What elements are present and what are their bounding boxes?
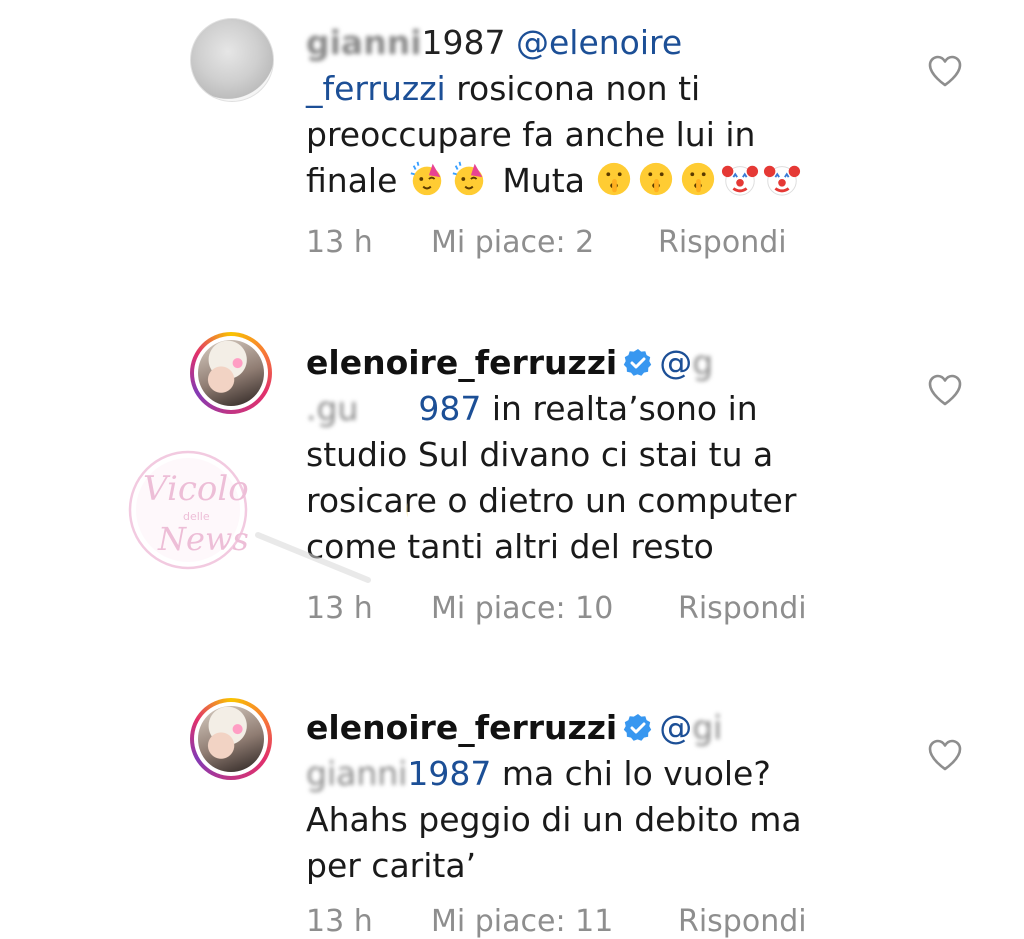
avatar[interactable] bbox=[190, 18, 274, 102]
comment-body: preoccupare fa anche lui in bbox=[306, 115, 756, 154]
comment-time: 13 h bbox=[306, 225, 373, 260]
comment-username[interactable]: elenoire_ferruzzi bbox=[306, 343, 617, 382]
comment-body: come tanti altri del resto bbox=[306, 527, 714, 566]
watermark-text-3: News bbox=[157, 520, 249, 558]
comment-username-tail[interactable]: 1987 bbox=[422, 23, 506, 62]
shushing-face-emoji bbox=[640, 162, 673, 196]
like-heart-icon[interactable] bbox=[927, 374, 963, 406]
mention-link-tail[interactable]: 987 bbox=[418, 389, 481, 428]
comment-body: per carita’ bbox=[306, 846, 477, 885]
clown-face-emoji bbox=[722, 165, 759, 196]
mention-link-blurred[interactable]: gianni bbox=[306, 754, 407, 793]
comment-body: in realta’sono in bbox=[491, 389, 758, 428]
mention-link-blurred[interactable]: g bbox=[692, 343, 713, 382]
comment-body: rosicare o dietro un computer bbox=[306, 481, 797, 520]
reply-button[interactable]: Rispondi bbox=[678, 591, 807, 626]
comment-text: gianni1987 @elenoire _ferruzzi rosicona … bbox=[306, 20, 866, 204]
like-heart-icon[interactable] bbox=[927, 739, 963, 771]
likes-count[interactable]: Mi piace: 2 bbox=[431, 225, 658, 260]
reply-button[interactable]: Rispondi bbox=[678, 904, 807, 939]
comment-body: Muta bbox=[502, 161, 585, 200]
comment-meta: 13 h Mi piace: 2 Rispondi bbox=[306, 225, 787, 260]
mention-link-blurred[interactable]: .gu bbox=[306, 389, 358, 428]
comment-meta: 13 h Mi piace: 11 Rispondi bbox=[306, 904, 807, 939]
watermark-text-2: delle bbox=[183, 510, 210, 523]
mention-link-cont[interactable]: _ferruzzi bbox=[306, 69, 446, 108]
comment-username[interactable]: gianni bbox=[306, 23, 422, 62]
mention-link[interactable]: @elenoire bbox=[516, 23, 682, 62]
comment-body: rosicona non ti bbox=[456, 69, 701, 108]
avatar[interactable] bbox=[190, 698, 272, 780]
like-heart-icon[interactable] bbox=[927, 55, 963, 87]
mention-link[interactable]: @ bbox=[659, 708, 692, 747]
clown-face-emoji bbox=[764, 165, 801, 196]
partying-face-emoji bbox=[452, 161, 484, 196]
comment-body: studio Sul divano ci stai tu a bbox=[306, 435, 774, 474]
comment-body: ma chi lo vuole? bbox=[501, 754, 771, 793]
comment-body: finale bbox=[306, 161, 398, 200]
comment-body: Ahahs peggio di un debito ma bbox=[306, 800, 802, 839]
comment-text: elenoire_ferruzzi @g .gu 987 in realta’so… bbox=[306, 340, 866, 570]
likes-count[interactable]: Mi piace: 10 bbox=[431, 591, 678, 626]
mention-link-tail[interactable]: 1987 bbox=[407, 754, 491, 793]
shushing-face-emoji bbox=[682, 162, 715, 196]
watermark-text-1: Vicolo bbox=[143, 469, 249, 509]
verified-badge-icon bbox=[624, 714, 652, 741]
likes-count[interactable]: Mi piace: 11 bbox=[431, 904, 678, 939]
verified-badge-icon bbox=[624, 349, 652, 376]
mention-link-blurred[interactable]: gi bbox=[692, 708, 722, 747]
avatar[interactable] bbox=[190, 332, 272, 414]
comment-text: elenoire_ferruzzi @gi gianni1987 ma chi … bbox=[306, 705, 866, 889]
comment-meta: 13 h Mi piace: 10 Rispondi bbox=[306, 591, 807, 626]
mention-link[interactable]: @ bbox=[659, 343, 692, 382]
partying-face-emoji bbox=[410, 161, 442, 196]
comment-time: 13 h bbox=[306, 591, 373, 626]
comment-time: 13 h bbox=[306, 904, 373, 939]
reply-button[interactable]: Rispondi bbox=[658, 225, 787, 260]
shushing-face-emoji bbox=[598, 162, 631, 196]
comment-username[interactable]: elenoire_ferruzzi bbox=[306, 708, 617, 747]
